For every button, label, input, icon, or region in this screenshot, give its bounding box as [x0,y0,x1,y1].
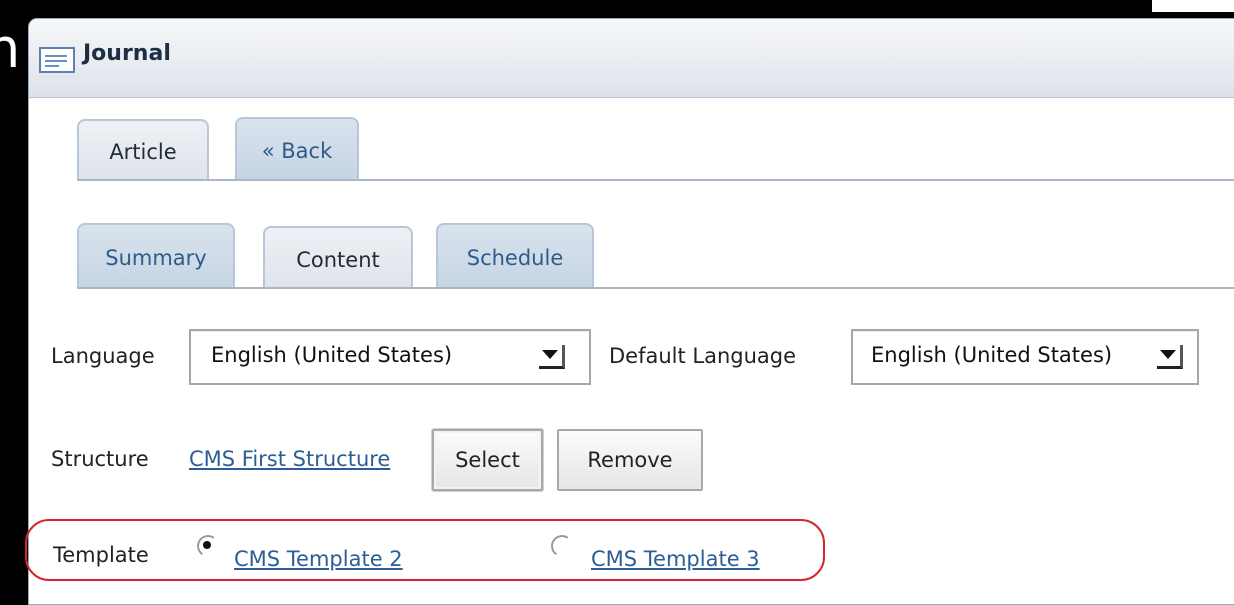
select-structure-button[interactable]: Select [432,429,543,491]
tab-summary[interactable]: Summary [77,223,235,287]
clipped-text-fragment: n [0,22,21,76]
language-label: Language [51,344,155,368]
default-language-select-value: English (United States) [871,343,1113,367]
tab-back[interactable]: « Back [235,117,359,179]
primary-tab-divider [77,179,1234,181]
remove-button-label: Remove [587,448,673,472]
tab-schedule[interactable]: Schedule [436,223,594,287]
tab-content[interactable]: Content [263,226,413,287]
default-language-label: Default Language [609,344,797,368]
chevron-down-icon [539,345,565,369]
chevron-down-icon [1157,345,1183,369]
default-language-select[interactable]: English (United States) [851,329,1199,385]
language-select[interactable]: English (United States) [189,329,591,385]
tab-content-label: Content [296,247,380,272]
remove-structure-button[interactable]: Remove [557,429,703,491]
language-select-value: English (United States) [211,343,453,367]
template-highlight-annotation [25,519,825,581]
frame-corner [1148,0,1234,12]
structure-label: Structure [51,447,149,471]
journal-portlet-icon [39,47,75,73]
tab-schedule-label: Schedule [466,246,564,270]
journal-portlet: Journal Article « Back Summary Content S… [28,18,1234,605]
tab-back-label: « Back [261,139,333,163]
tab-summary-label: Summary [105,246,207,270]
secondary-tab-divider [77,287,1234,289]
select-button-label: Select [455,448,520,472]
portlet-title: Journal [83,41,171,66]
portlet-header: Journal [29,19,1234,98]
structure-link[interactable]: CMS First Structure [189,447,390,471]
tab-article-label: Article [109,140,177,164]
tab-article[interactable]: Article [77,119,209,179]
